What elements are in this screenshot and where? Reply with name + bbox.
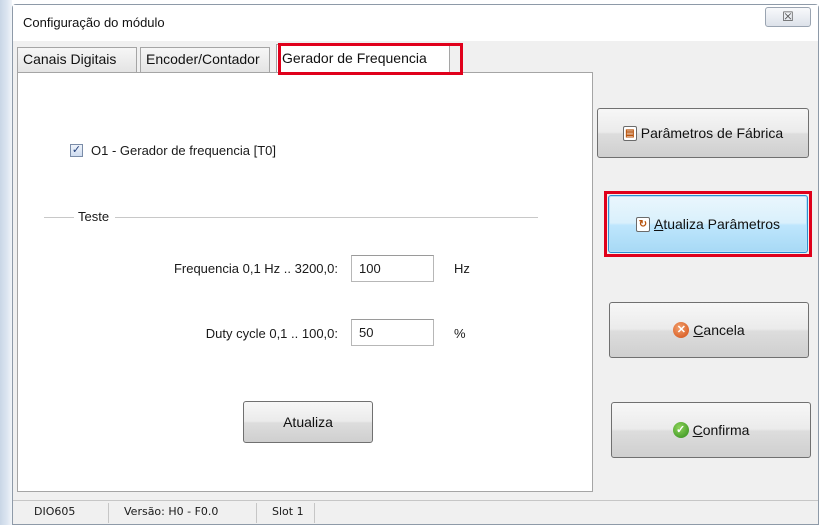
close-icon: ☒ — [782, 9, 794, 24]
confirm-button[interactable]: ✓ Confirma — [611, 402, 811, 458]
duty-cycle-unit: % — [454, 326, 466, 341]
update-params-label: Atualiza Parâmetros — [653, 216, 781, 232]
checkbox-row: ✓ O1 - Gerador de frequencia [T0] — [70, 143, 276, 158]
title-bar: Configuração do módulo ☒ — [13, 5, 818, 41]
duty-cycle-value: 50 — [359, 325, 374, 340]
update-params-button[interactable]: ↻ Atualiza Parâmetros — [608, 195, 808, 253]
factory-params-button[interactable]: ▤ Parâmetros de Fábrica — [597, 108, 809, 158]
atualiza-button[interactable]: Atualiza — [243, 401, 373, 443]
status-version: Versão: H0 - F0.0 — [111, 503, 257, 523]
factory-params-label: Parâmetros de Fábrica — [640, 125, 784, 141]
group-label: Teste — [74, 209, 116, 224]
cancel-button[interactable]: ✕ Cancela — [609, 302, 809, 358]
frequency-unit: Hz — [454, 261, 470, 276]
tab-label: Canais Digitais — [23, 51, 117, 67]
tab-encoder-contador[interactable]: Encoder/Contador — [140, 47, 270, 72]
group-divider — [44, 217, 538, 218]
tab-canais-digitais[interactable]: Canais Digitais — [17, 47, 137, 72]
duty-cycle-input[interactable]: 50 — [351, 319, 434, 346]
status-device: DIO605 — [21, 503, 109, 523]
refresh-document-icon: ↻ — [635, 216, 650, 232]
check-icon: ✓ — [672, 422, 689, 438]
checkmark-icon: ✓ — [71, 144, 82, 156]
o1-checkbox[interactable]: ✓ — [70, 144, 83, 157]
confirm-label: Confirma — [692, 422, 750, 438]
document-icon: ▤ — [622, 125, 637, 141]
atualiza-button-label: Atualiza — [283, 414, 333, 430]
tab-label: Gerador de Frequencia — [282, 50, 427, 66]
duty-cycle-label: Duty cycle 0,1 .. 100,0: — [205, 326, 338, 341]
checkbox-label: O1 - Gerador de frequencia [T0] — [91, 143, 276, 158]
frequency-input[interactable]: 100 — [351, 255, 434, 282]
status-bar: DIO605 Versão: H0 - F0.0 Slot 1 — [13, 500, 818, 524]
status-slot: Slot 1 — [259, 503, 315, 523]
tab-label: Encoder/Contador — [146, 51, 260, 67]
config-dialog: Configuração do módulo ☒ Canais Digitais… — [12, 4, 819, 525]
cancel-label: Cancela — [693, 322, 745, 338]
cancel-icon: ✕ — [673, 322, 690, 338]
tab-panel: ✓ O1 - Gerador de frequencia [T0] Teste … — [17, 72, 593, 492]
close-button[interactable]: ☒ — [765, 7, 811, 27]
tab-gerador-de-frequencia[interactable]: Gerador de Frequencia — [276, 44, 450, 72]
frequency-value: 100 — [359, 261, 381, 276]
window-title: Configuração do módulo — [23, 15, 165, 30]
background-edge — [0, 0, 12, 525]
frequency-label: Frequencia 0,1 Hz .. 3200,0: — [173, 261, 338, 276]
